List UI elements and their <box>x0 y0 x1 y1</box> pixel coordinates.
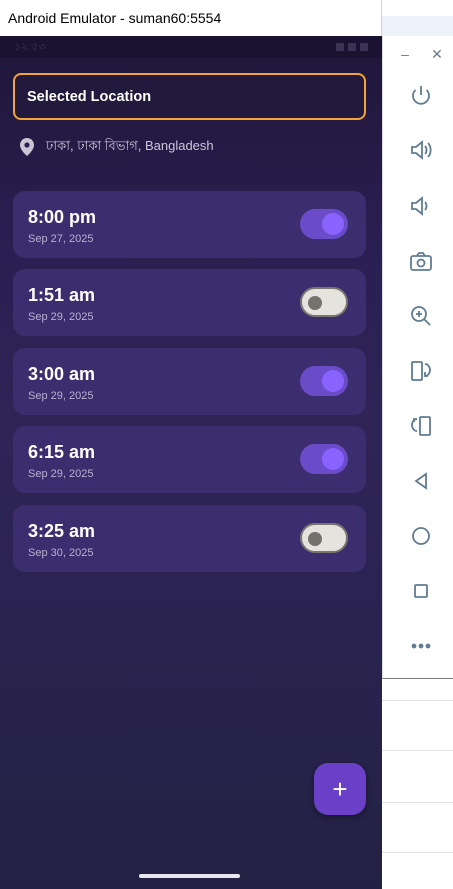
alarm-toggle[interactable] <box>300 209 348 239</box>
alarm-time: 3:00 am <box>28 364 96 384</box>
phone-screen: ১২:৫৩ Selected Location ঢাকা, ঢাকা বিভাগ… <box>0 36 382 889</box>
window-title: Android Emulator - suman60:5554 <box>8 10 222 26</box>
alarm-time: 3:25 am <box>28 521 96 541</box>
emulator-side-panel: – ✕ <box>382 36 453 679</box>
divider <box>382 852 453 853</box>
selected-location-label: Selected Location <box>27 88 152 105</box>
divider <box>382 802 453 803</box>
toggle-knob <box>322 213 344 235</box>
wifi-icon <box>336 43 344 51</box>
home-icon[interactable] <box>407 522 435 550</box>
volume-up-icon[interactable] <box>407 136 435 164</box>
more-icon[interactable] <box>407 632 435 660</box>
alarm-date: Sep 29, 2025 <box>28 311 94 323</box>
alarm-time: 8:00 pm <box>28 207 97 227</box>
toggle-knob <box>308 296 322 310</box>
alarm-date: Sep 29, 2025 <box>28 390 94 402</box>
status-time: ১২:৫৩ <box>14 40 46 53</box>
battery-icon <box>360 43 368 51</box>
alarm-card[interactable]: 3:25 am Sep 30, 2025 <box>13 505 366 572</box>
emulator-title-bar: Android Emulator - suman60:5554 <box>0 0 382 36</box>
minimize-icon[interactable]: – <box>397 46 413 62</box>
background-window-tab-strip <box>382 16 453 36</box>
background-window-area <box>382 680 453 889</box>
alarm-toggle[interactable] <box>300 523 348 553</box>
plus-icon: + <box>332 773 348 804</box>
toggle-knob <box>322 370 344 392</box>
overview-icon[interactable] <box>407 577 435 605</box>
rotate-left-icon[interactable] <box>407 357 435 385</box>
alarm-date: Sep 27, 2025 <box>28 233 94 245</box>
alarm-toggle[interactable] <box>300 366 348 396</box>
toggle-knob <box>308 532 322 546</box>
volume-down-icon[interactable] <box>407 192 435 220</box>
location-address: ঢাকা, ঢাকা বিভাগ, Bangladesh <box>46 137 214 153</box>
status-icons <box>336 43 368 51</box>
alarm-card[interactable]: 8:00 pm Sep 27, 2025 <box>13 191 366 258</box>
status-bar: ১২:৫৩ <box>0 36 382 58</box>
add-alarm-button[interactable]: + <box>314 763 366 815</box>
selected-location-field[interactable]: Selected Location <box>13 73 366 120</box>
alarm-time: 6:15 am <box>28 442 96 462</box>
back-icon[interactable] <box>407 467 435 495</box>
location-row: ঢাকা, ঢাকা বিভাগ, Bangladesh <box>20 136 360 158</box>
rotate-right-icon[interactable] <box>407 412 435 440</box>
power-icon[interactable] <box>407 82 435 110</box>
divider <box>382 750 453 751</box>
alarm-card[interactable]: 6:15 am Sep 29, 2025 <box>13 426 366 493</box>
close-icon[interactable]: ✕ <box>429 46 445 62</box>
divider <box>382 700 453 701</box>
camera-icon[interactable] <box>407 247 435 275</box>
alarm-toggle[interactable] <box>300 444 348 474</box>
alarm-date: Sep 30, 2025 <box>28 547 94 559</box>
alarm-card[interactable]: 3:00 am Sep 29, 2025 <box>13 348 366 415</box>
alarm-date: Sep 29, 2025 <box>28 468 94 480</box>
alarm-toggle[interactable] <box>300 287 348 317</box>
alarm-time: 1:51 am <box>28 285 96 305</box>
toggle-knob <box>322 448 344 470</box>
gesture-navigation-bar[interactable] <box>139 874 240 878</box>
zoom-icon[interactable] <box>407 302 435 330</box>
alarm-card[interactable]: 1:51 am Sep 29, 2025 <box>13 269 366 336</box>
background-window-strip <box>382 0 453 16</box>
location-pin-icon <box>20 138 34 156</box>
signal-icon <box>348 43 356 51</box>
